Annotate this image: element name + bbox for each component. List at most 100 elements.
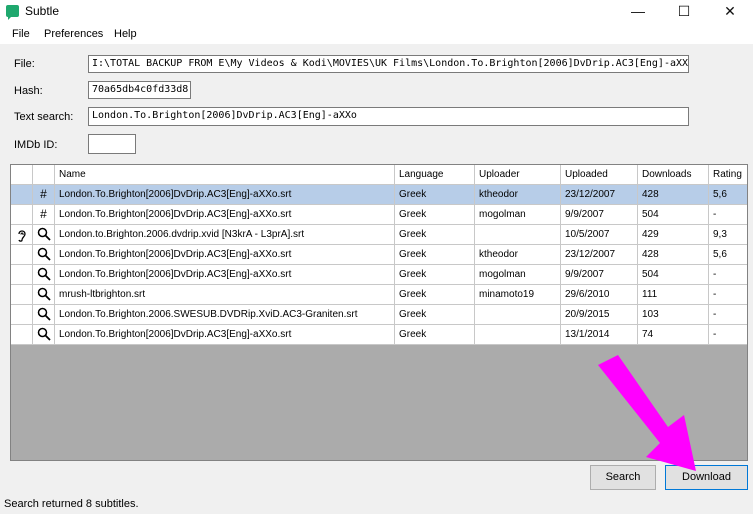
table-row[interactable]: # London.To.Brighton[2006]DvDrip.AC3[Eng]… bbox=[11, 205, 747, 225]
row-icon-empty bbox=[11, 185, 33, 204]
cell-downloads: 111 bbox=[638, 285, 709, 304]
table-row[interactable]: London.To.Brighton[2006]DvDrip.AC3[Eng]-… bbox=[11, 325, 747, 345]
cell-name: London.To.Brighton[2006]DvDrip.AC3[Eng]-… bbox=[55, 265, 395, 284]
cell-uploader: ktheodor bbox=[475, 185, 561, 204]
table-row[interactable]: London.to.Brighton.2006.dvdrip.xvid [N3k… bbox=[11, 225, 747, 245]
cell-downloads: 428 bbox=[638, 245, 709, 264]
menu-preferences[interactable]: Preferences bbox=[44, 28, 103, 40]
cell-uploaded: 23/12/2007 bbox=[561, 245, 638, 264]
cell-uploader bbox=[475, 325, 561, 344]
cell-downloads: 103 bbox=[638, 305, 709, 324]
minimize-button[interactable]: — bbox=[615, 0, 661, 24]
cell-language: Greek bbox=[395, 305, 475, 324]
imdb-label: IMDb ID: bbox=[14, 139, 58, 151]
cell-uploader bbox=[475, 225, 561, 244]
cell-uploaded: 13/1/2014 bbox=[561, 325, 638, 344]
menu-help[interactable]: Help bbox=[114, 28, 137, 40]
cell-downloads: 428 bbox=[638, 185, 709, 204]
search-source-icon bbox=[33, 245, 55, 264]
menu-bar: File Preferences Help bbox=[0, 24, 753, 44]
cell-downloads: 504 bbox=[638, 265, 709, 284]
cell-rating: - bbox=[713, 329, 717, 340]
column-header-name[interactable]: Name bbox=[55, 165, 395, 184]
cell-rating: - bbox=[713, 289, 717, 300]
status-bar: Search returned 8 subtitles. bbox=[0, 496, 753, 514]
row-icon-empty bbox=[11, 285, 33, 304]
column-header-uploaded[interactable]: Uploaded bbox=[561, 165, 638, 184]
cell-uploaded: 9/9/2007 bbox=[561, 205, 638, 224]
cell-uploaded: 29/6/2010 bbox=[561, 285, 638, 304]
cell-downloads: 74 bbox=[638, 325, 709, 344]
cell-rating: - bbox=[713, 269, 717, 280]
hash-label: Hash: bbox=[14, 85, 43, 97]
cell-language: Greek bbox=[395, 185, 475, 204]
table-row[interactable]: # London.To.Brighton[2006]DvDrip.AC3[Eng]… bbox=[11, 185, 747, 205]
status-text: Search returned 8 subtitles. bbox=[4, 498, 139, 510]
cell-name: London.To.Brighton[2006]DvDrip.AC3[Eng]-… bbox=[55, 325, 395, 344]
cell-downloads: 504 bbox=[638, 205, 709, 224]
maximize-button[interactable]: ☐ bbox=[661, 0, 707, 24]
cell-uploaded: 20/9/2015 bbox=[561, 305, 638, 324]
text-search-label: Text search: bbox=[14, 111, 74, 123]
cell-name: London.to.Brighton.2006.dvdrip.xvid [N3k… bbox=[55, 225, 395, 244]
row-icon-empty bbox=[11, 265, 33, 284]
row-icon-empty bbox=[11, 325, 33, 344]
cell-rating: 9,3 bbox=[713, 229, 727, 240]
cell-uploader bbox=[475, 305, 561, 324]
column-header-language[interactable]: Language bbox=[395, 165, 475, 184]
window-title: Subtle bbox=[25, 4, 60, 18]
cell-rating: 5,6 bbox=[713, 249, 727, 260]
cell-uploader: ktheodor bbox=[475, 245, 561, 264]
search-source-icon bbox=[33, 225, 55, 244]
cell-rating: - bbox=[713, 209, 717, 220]
file-path-field[interactable]: I:\TOTAL BACKUP FROM E\My Videos & Kodi\… bbox=[88, 55, 689, 73]
table-row[interactable]: London.To.Brighton[2006]DvDrip.AC3[Eng]-… bbox=[11, 265, 747, 285]
text-search-input[interactable]: London.To.Brighton[2006]DvDrip.AC3[Eng]-… bbox=[88, 107, 689, 126]
cell-language: Greek bbox=[395, 245, 475, 264]
file-label: File: bbox=[14, 58, 35, 70]
row-icon-empty bbox=[11, 305, 33, 324]
cell-uploader: mogolman bbox=[475, 265, 561, 284]
column-header-downloads[interactable]: Downloads bbox=[638, 165, 709, 184]
cell-uploader: mogolman bbox=[475, 205, 561, 224]
cell-language: Greek bbox=[395, 325, 475, 344]
cell-name: mrush-ltbrighton.srt bbox=[55, 285, 395, 304]
search-source-icon bbox=[33, 285, 55, 304]
search-source-icon bbox=[33, 265, 55, 284]
row-icon-empty bbox=[11, 205, 33, 224]
hash-field[interactable]: 70a65db4c0fd33d8 bbox=[88, 81, 191, 99]
row-icon-empty bbox=[11, 245, 33, 264]
header-cell-icon1 bbox=[11, 165, 33, 184]
search-source-icon bbox=[33, 305, 55, 324]
imdb-id-input[interactable] bbox=[88, 134, 136, 154]
title-bar: Subtle — ☐ ✕ bbox=[0, 0, 753, 24]
cell-name: London.To.Brighton[2006]DvDrip.AC3[Eng]-… bbox=[55, 185, 395, 204]
cell-uploaded: 23/12/2007 bbox=[561, 185, 638, 204]
hearing-impaired-icon bbox=[11, 225, 33, 244]
cell-language: Greek bbox=[395, 205, 475, 224]
cell-language: Greek bbox=[395, 225, 475, 244]
header-cell-icon2 bbox=[33, 165, 55, 184]
table-row[interactable]: mrush-ltbrighton.srt Greek minamoto19 29/6/… bbox=[11, 285, 747, 305]
grid-header-row: Name Language Uploader Uploaded Download… bbox=[11, 165, 747, 185]
app-icon bbox=[6, 5, 19, 20]
hash-match-icon: # bbox=[33, 185, 55, 204]
table-row[interactable]: London.To.Brighton[2006]DvDrip.AC3[Eng]-… bbox=[11, 245, 747, 265]
cell-rating: - bbox=[713, 309, 717, 320]
cell-uploaded: 10/5/2007 bbox=[561, 225, 638, 244]
column-header-rating[interactable]: Rating bbox=[709, 165, 747, 184]
cell-name: London.To.Brighton.2006.SWESUB.DVDRip.Xv… bbox=[55, 305, 395, 324]
hash-match-icon: # bbox=[33, 205, 55, 224]
menu-file[interactable]: File bbox=[12, 28, 30, 40]
cell-language: Greek bbox=[395, 265, 475, 284]
close-button[interactable]: ✕ bbox=[707, 0, 753, 24]
cell-uploaded: 9/9/2007 bbox=[561, 265, 638, 284]
search-source-icon bbox=[33, 325, 55, 344]
column-header-uploader[interactable]: Uploader bbox=[475, 165, 561, 184]
table-row[interactable]: London.To.Brighton.2006.SWESUB.DVDRip.Xv… bbox=[11, 305, 747, 325]
cell-uploader: minamoto19 bbox=[475, 285, 561, 304]
cell-language: Greek bbox=[395, 285, 475, 304]
cell-rating: 5,6 bbox=[713, 189, 727, 200]
cell-name: London.To.Brighton[2006]DvDrip.AC3[Eng]-… bbox=[55, 245, 395, 264]
cell-downloads: 429 bbox=[638, 225, 709, 244]
